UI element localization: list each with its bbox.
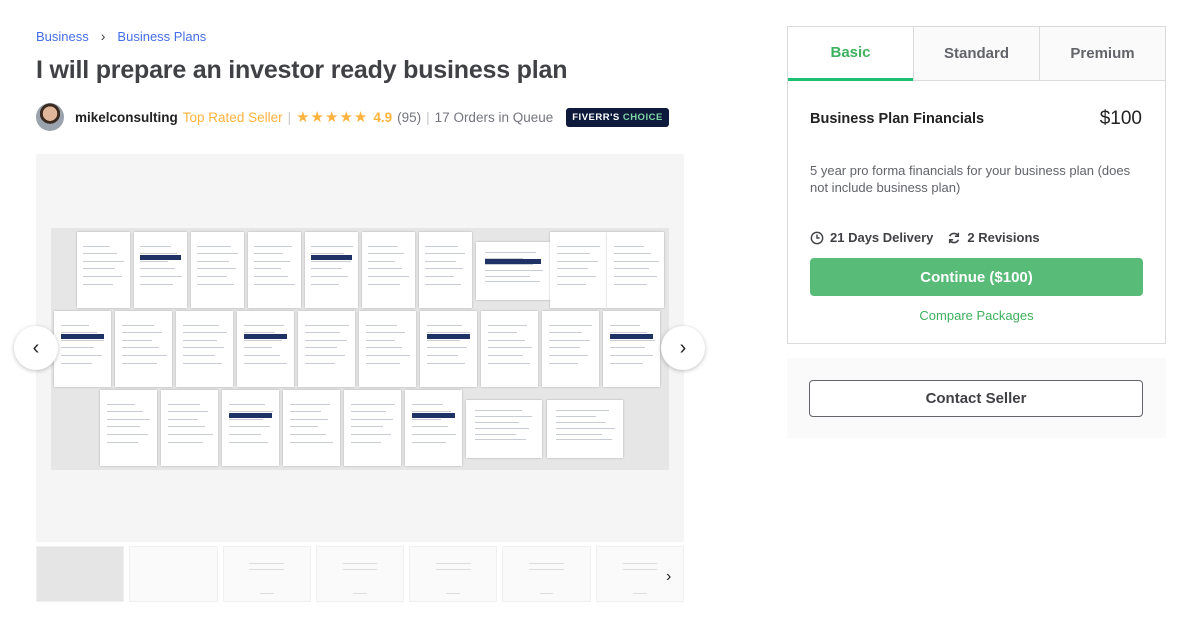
chevron-right-icon: › — [100, 28, 106, 44]
document-page-preview — [542, 311, 599, 387]
document-page-preview — [359, 311, 416, 387]
divider: | — [287, 109, 292, 125]
divider: | — [426, 109, 430, 125]
document-page-preview — [54, 311, 111, 387]
clock-icon — [810, 231, 824, 244]
gallery-image — [51, 228, 669, 470]
review-count[interactable]: (95) — [397, 110, 421, 125]
seller-name[interactable]: mikelconsulting — [75, 110, 178, 125]
seller-level: Top Rated Seller — [182, 109, 283, 125]
gallery-thumbnails — [36, 546, 684, 602]
avatar[interactable] — [36, 103, 64, 131]
document-page-preview — [603, 311, 660, 387]
breadcrumb-business[interactable]: Business — [36, 29, 89, 44]
refresh-icon — [949, 232, 960, 243]
package-tabs: Basic Standard Premium — [788, 27, 1165, 81]
document-page-preview — [77, 232, 130, 308]
document-page-preview — [222, 390, 279, 466]
package-panel: Basic Standard Premium Business Plan Fin… — [787, 26, 1166, 344]
gallery-thumbnail[interactable] — [409, 546, 498, 602]
delivery-time: 21 Days Delivery — [830, 230, 934, 245]
continue-button[interactable]: Continue ($100) — [810, 258, 1143, 296]
gallery-thumbnail[interactable] — [502, 546, 591, 602]
gallery-thumbnail[interactable] — [129, 546, 218, 602]
page-title: I will prepare an investor ready busines… — [36, 56, 568, 84]
document-page-preview — [550, 232, 607, 308]
document-page-preview — [362, 232, 415, 308]
gallery-thumbnail[interactable] — [222, 546, 311, 602]
compare-packages-link[interactable]: Compare Packages — [788, 308, 1165, 323]
gallery-thumbnail[interactable] — [36, 546, 125, 602]
document-page-preview — [305, 232, 358, 308]
chevron-left-icon: ‹ — [32, 336, 40, 359]
gallery[interactable] — [36, 154, 684, 542]
gallery-thumbnail[interactable] — [315, 546, 405, 602]
tab-premium[interactable]: Premium — [1039, 27, 1165, 80]
seller-overview: mikelconsulting Top Rated Seller | ★★★★★… — [36, 102, 669, 132]
document-page-preview — [476, 242, 550, 300]
document-page-preview — [176, 311, 233, 387]
document-page-preview — [481, 311, 538, 387]
package-meta: 21 Days Delivery 2 Revisions — [810, 230, 1040, 245]
document-page-preview — [547, 400, 623, 458]
breadcrumb: Business › Business Plans — [36, 28, 206, 44]
package-price: $100 — [1099, 108, 1142, 129]
chevron-right-icon: › — [666, 568, 672, 585]
document-page-preview — [466, 400, 542, 458]
gallery-prev-button[interactable]: ‹ — [14, 326, 58, 370]
star-icons: ★★★★★ — [296, 109, 369, 126]
document-page-preview — [344, 390, 401, 466]
revisions: 2 Revisions — [967, 230, 1040, 245]
document-page-preview — [191, 232, 244, 308]
document-page-preview — [115, 311, 172, 387]
document-page-preview — [607, 232, 664, 308]
document-page-preview — [298, 311, 355, 387]
contact-section: Contact Seller — [787, 358, 1166, 438]
package-name: Business Plan Financials — [810, 111, 985, 127]
document-page-preview — [419, 232, 472, 308]
document-page-preview — [100, 390, 157, 466]
rating: 4.9 — [373, 109, 393, 125]
fiverrs-choice-badge: FIVERR'S CHOICE — [566, 107, 669, 127]
document-page-preview — [283, 390, 340, 466]
chevron-right-icon: › — [679, 336, 687, 359]
contact-seller-button[interactable]: Contact Seller — [809, 380, 1143, 417]
package-description: 5 year pro forma financials for your bus… — [810, 163, 1131, 195]
breadcrumb-business-plans[interactable]: Business Plans — [117, 29, 206, 44]
document-page-preview — [134, 232, 187, 308]
document-page-preview — [161, 390, 218, 466]
orders-in-queue: 17 Orders in Queue — [434, 109, 554, 125]
tab-basic[interactable]: Basic — [788, 27, 913, 81]
gallery-next-button[interactable]: › — [661, 326, 705, 370]
document-page-preview — [405, 390, 462, 466]
document-page-preview — [420, 311, 477, 387]
document-page-preview — [237, 311, 294, 387]
tab-standard[interactable]: Standard — [913, 27, 1039, 80]
document-page-preview — [248, 232, 301, 308]
thumbnails-next-button[interactable]: › — [666, 568, 671, 586]
